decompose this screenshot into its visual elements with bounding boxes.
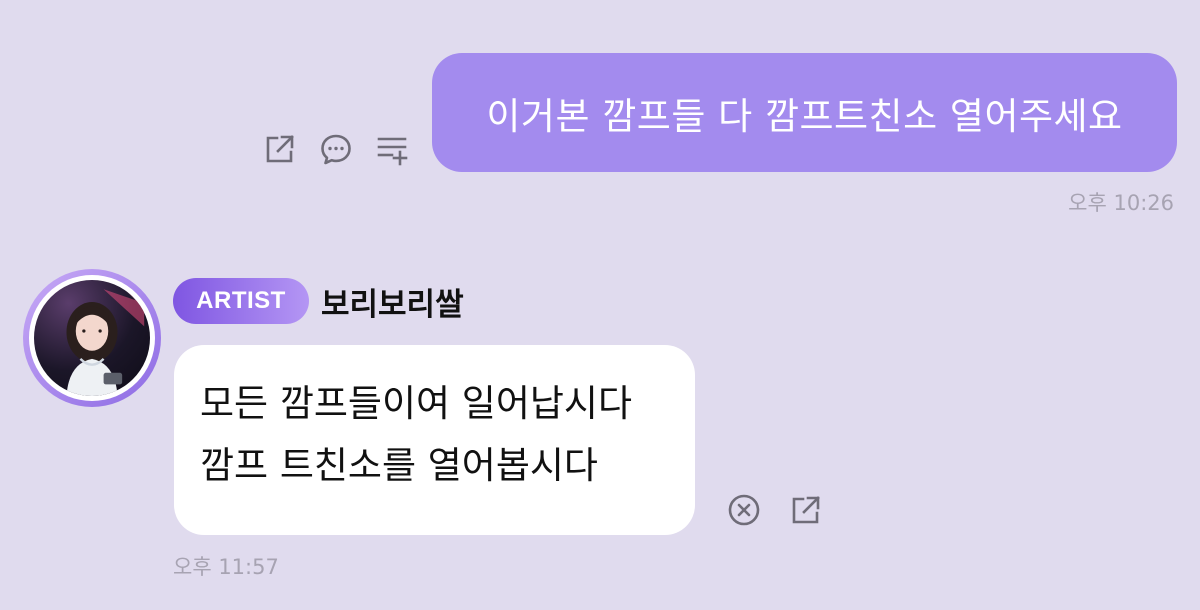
artist-badge: ARTIST [173,278,309,324]
share-icon[interactable] [262,131,298,167]
artist-avatar[interactable] [23,269,161,407]
add-to-list-icon[interactable] [374,131,410,167]
reply-bubble-icon[interactable] [318,131,354,167]
incoming-actions [726,492,824,528]
chat-screen: 이거본 깜프들 다 깜프트친소 열어주세요 오후 10:26 ARTIST 보리… [0,0,1200,610]
incoming-message-line: 모든 깜프들이여 일어납시다 [200,382,633,425]
outgoing-message-text: 이거본 깜프들 다 깜프트친소 열어주세요 [486,94,1123,138]
close-circle-icon[interactable] [726,492,762,528]
share-icon[interactable] [788,492,824,528]
incoming-message-bubble[interactable]: 모든 깜프들이여 일어납시다 깜프 트친소를 열어봅시다 [174,345,695,535]
sender-name[interactable]: 보리보리쌀 [321,278,464,324]
incoming-message-line: 깜프 트친소를 열어봅시다 [200,444,598,487]
outgoing-actions [262,131,410,167]
outgoing-timestamp: 오후 10:26 [1068,191,1174,215]
avatar-photo [34,280,150,396]
outgoing-message-bubble[interactable]: 이거본 깜프들 다 깜프트친소 열어주세요 [432,53,1177,172]
incoming-timestamp: 오후 11:57 [173,555,279,579]
